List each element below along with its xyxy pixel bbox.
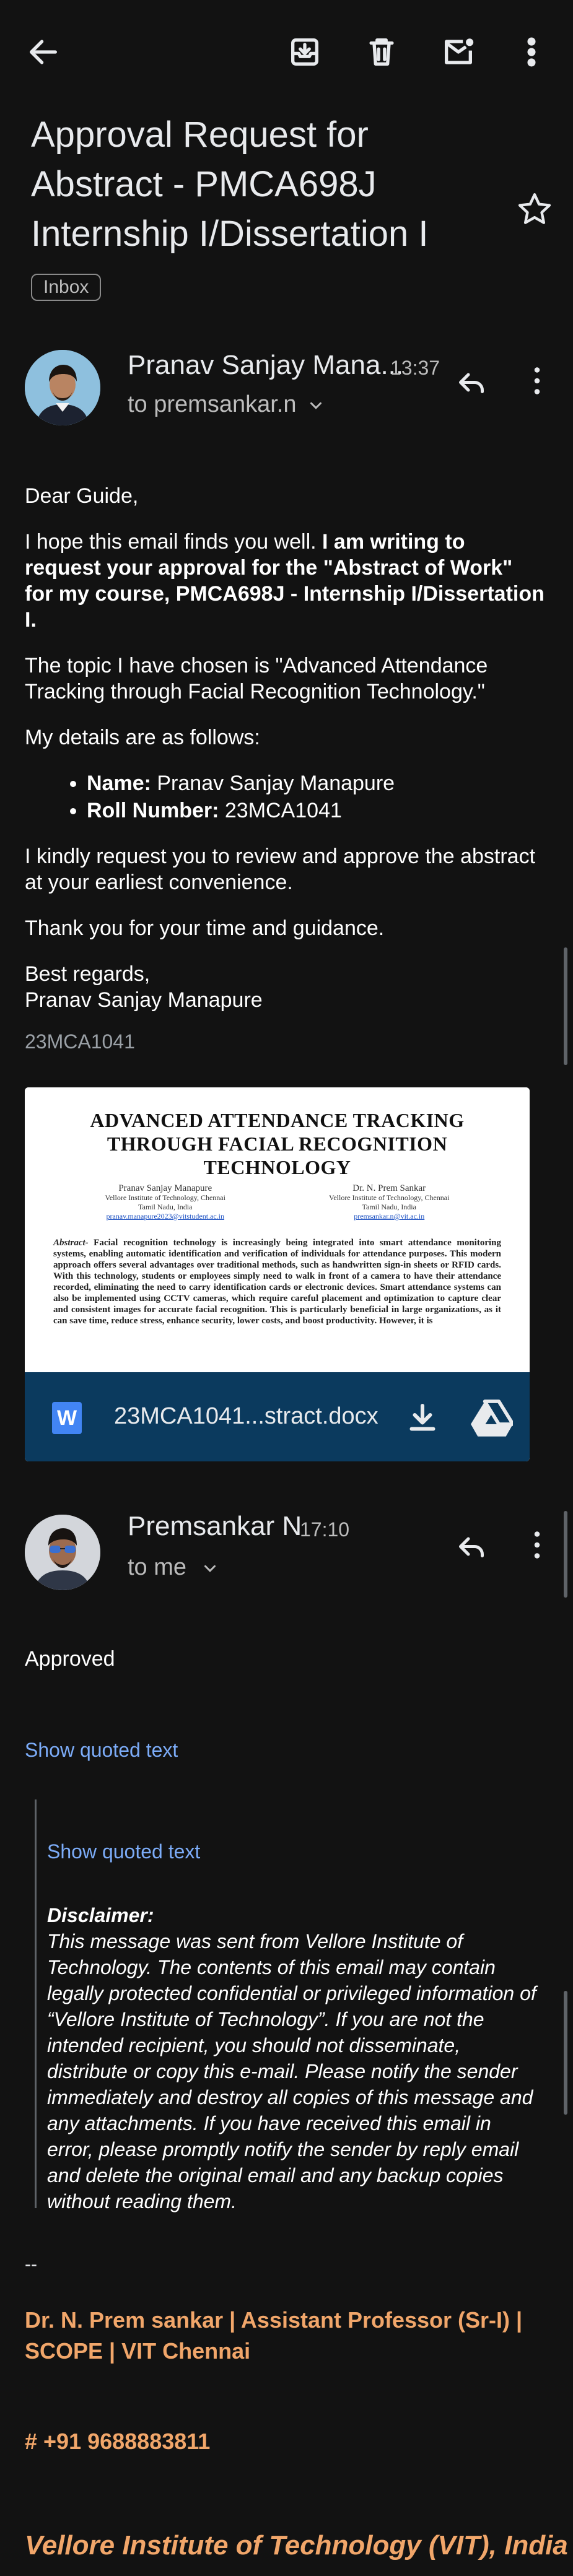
recipient-text: to premsankar.n — [128, 391, 297, 417]
delete-icon[interactable] — [357, 27, 406, 77]
star-icon[interactable] — [514, 189, 555, 230]
message-more-icon[interactable] — [515, 1523, 559, 1567]
detail-label: Name: — [87, 772, 151, 795]
closing-name: Pranav Sanjay Manapure — [25, 988, 263, 1012]
author-affiliation: Vellore Institute of Technology, Chennai — [105, 1193, 225, 1202]
recipient-text: to me — [128, 1554, 187, 1580]
back-arrow-icon[interactable] — [19, 27, 68, 77]
archive-icon[interactable] — [280, 27, 330, 77]
doc-title: ADVANCED ATTENDANCE TRACKING THROUGH FAC… — [90, 1109, 465, 1178]
show-quoted-text-link-nested[interactable]: Show quoted text — [47, 1840, 200, 1863]
author-email: premsankar.n@vit.ac.in — [354, 1212, 425, 1221]
scrollbar-thumb-middle[interactable] — [564, 1511, 567, 1598]
doc-author-2: Dr. N. Prem Sankar Vellore Institute of … — [329, 1184, 449, 1221]
details-list: Name: Pranav Sanjay Manapure Roll Number… — [87, 770, 545, 824]
reply-icon[interactable] — [450, 1523, 493, 1567]
inbox-label-chip[interactable]: Inbox — [31, 274, 102, 301]
scrollbar-thumb-bottom[interactable] — [564, 1991, 567, 2115]
email-subject: Approval Request for Abstract - PMCA698J… — [31, 115, 429, 254]
top-toolbar — [0, 0, 573, 104]
detail-roll-number: Roll Number: 23MCA1041 — [87, 798, 545, 824]
message-time: 17:10 — [300, 1518, 350, 1541]
download-icon[interactable] — [404, 1399, 441, 1437]
doc-author-1: Pranav Sanjay Manapure Vellore Institute… — [105, 1184, 225, 1221]
attachment-bar: W 23MCA1041...stract.docx — [25, 1372, 530, 1461]
sender-avatar[interactable] — [25, 1515, 100, 1590]
detail-value: Pranav Sanjay Manapure — [151, 772, 395, 795]
signature-separator: -- — [25, 2254, 37, 2274]
signature-organization: Vellore Institute of Technology (VIT), I… — [25, 2530, 568, 2561]
intro-text: I hope this email finds you well. — [25, 530, 323, 554]
paragraph-request: I kindly request you to review and appro… — [25, 845, 536, 894]
message-body: Dear Guide, I hope this email finds you … — [25, 483, 545, 1033]
sender-avatar[interactable] — [25, 350, 100, 425]
author-name: Pranav Sanjay Manapure — [118, 1183, 212, 1193]
abstract-text: Facial recognition technology is increas… — [53, 1238, 501, 1326]
author-email: pranav.manapure2023@vitstudent.ac.in — [106, 1212, 225, 1221]
attachment-filename[interactable]: 23MCA1041...stract.docx — [114, 1403, 378, 1430]
signature-roll-number: 23MCA1041 — [25, 1030, 135, 1053]
author-affiliation: Vellore Institute of Technology, Chennai — [329, 1193, 450, 1202]
paragraph-details-intro: My details are as follows: — [25, 726, 260, 749]
detail-label: Roll Number: — [87, 799, 219, 822]
signature-phone: # +91 9688883811 — [25, 2429, 211, 2454]
recipient-line[interactable]: to premsankar.n — [128, 391, 325, 418]
disclaimer: Disclaimer: This message was sent from V… — [47, 1902, 543, 2214]
reply-body: Approved — [25, 1647, 115, 1671]
author-name: Dr. N. Prem Sankar — [352, 1183, 426, 1193]
mark-unread-icon[interactable] — [434, 27, 483, 77]
scrollbar-thumb-top[interactable] — [564, 947, 567, 1065]
abstract-label: Abstract- — [53, 1238, 89, 1248]
detail-value: 23MCA1041 — [219, 799, 342, 822]
sender-name[interactable]: Premsankar N — [128, 1511, 302, 1542]
recipient-line[interactable]: to me — [128, 1554, 219, 1581]
show-quoted-text-link[interactable]: Show quoted text — [25, 1739, 178, 1762]
save-to-drive-icon[interactable] — [471, 1399, 515, 1437]
chevron-down-icon — [204, 1565, 216, 1572]
message-more-icon[interactable] — [515, 359, 559, 402]
greeting: Dear Guide, — [25, 484, 139, 508]
doc-abstract: Abstract- Facial recognition technology … — [53, 1237, 501, 1326]
chevron-down-icon — [310, 402, 322, 409]
doc-authors: Pranav Sanjay Manapure Vellore Institute… — [53, 1184, 501, 1221]
paragraph-intro: I hope this email finds you well. I am w… — [25, 529, 545, 633]
attachment-preview[interactable]: ADVANCED ATTENDANCE TRACKING THROUGH FAC… — [25, 1087, 530, 1372]
more-vertical-icon[interactable] — [507, 27, 556, 77]
closing: Best regards, Pranav Sanjay Manapure — [25, 961, 545, 1013]
reply-icon[interactable] — [450, 359, 493, 402]
sender-name[interactable]: Pranav Sanjay Mana... — [128, 350, 403, 381]
word-doc-icon: W — [52, 1402, 82, 1434]
detail-name: Name: Pranav Sanjay Manapure — [87, 770, 545, 796]
closing-text: Best regards, — [25, 962, 151, 986]
disclaimer-text: This message was sent from Vellore Insti… — [47, 1930, 536, 2213]
message-time: 13:37 — [390, 357, 440, 379]
author-place: Tamil Nadu, India — [362, 1203, 416, 1211]
paragraph-topic: The topic I have chosen is "Advanced Att… — [25, 654, 488, 703]
attachment-card[interactable]: ADVANCED ATTENDANCE TRACKING THROUGH FAC… — [25, 1087, 530, 1461]
disclaimer-title: Disclaimer: — [47, 1904, 154, 1926]
paragraph-thanks: Thank you for your time and guidance. — [25, 916, 385, 940]
signature-title: Dr. N. Prem sankar | Assistant Professor… — [25, 2307, 523, 2364]
author-place: Tamil Nadu, India — [138, 1203, 193, 1211]
